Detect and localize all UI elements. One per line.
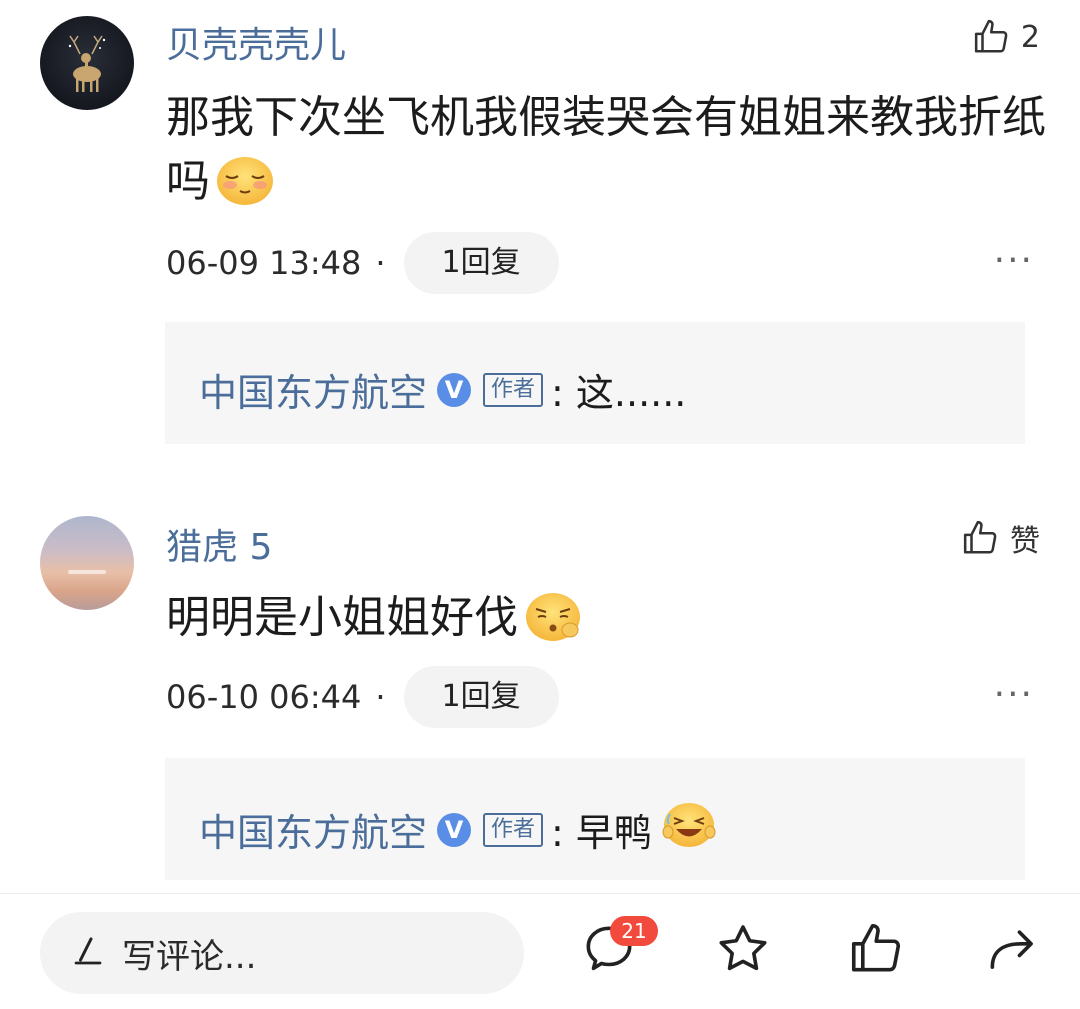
reply-line: 中国东方航空 V 作者 : 这...... xyxy=(199,362,686,417)
reply-text: : 早鸭 xyxy=(551,811,652,855)
timestamp: 06-10 06:44 xyxy=(166,678,362,716)
avatar[interactable] xyxy=(40,16,134,110)
comment-meta: 06-10 06:44 · 1回复 xyxy=(166,666,559,728)
whistle-face-emoji-icon xyxy=(524,592,582,660)
comment-input[interactable]: 写评论... xyxy=(40,912,524,994)
star-icon[interactable] xyxy=(712,918,774,984)
thumb-up-icon xyxy=(963,520,997,554)
comment-text-content: 那我下次坐飞机我假装哭会有姐姐来教我折纸吗 xyxy=(166,92,1046,207)
more-options-icon[interactable]: ··· xyxy=(994,240,1034,281)
like-button[interactable]: 赞 xyxy=(962,516,1040,560)
timestamp: 06-09 13:48 xyxy=(166,244,362,282)
like-button[interactable]: 2 xyxy=(973,18,1040,56)
reply-author[interactable]: 中国东方航空 xyxy=(199,362,427,417)
reply-line: 中国东方航空 V 作者 : 早鸭 xyxy=(199,802,716,857)
reply-author[interactable]: 中国东方航空 xyxy=(199,802,427,857)
laughing-face-emoji-icon xyxy=(662,802,716,857)
thumb-up-icon[interactable] xyxy=(846,918,908,984)
pen-icon xyxy=(70,933,106,973)
thumb-up-icon xyxy=(974,19,1008,53)
author-tag: 作者 xyxy=(483,812,544,847)
author-tag: 作者 xyxy=(483,372,544,407)
more-options-icon[interactable]: ··· xyxy=(994,674,1034,715)
avatar[interactable] xyxy=(40,516,134,610)
like-count: 2 xyxy=(1020,19,1040,55)
reply-text: : 这...... xyxy=(551,371,687,415)
comment-text: 明明是小姐姐好伐 xyxy=(166,586,1046,660)
comment-text-content: 明明是小姐姐好伐 xyxy=(166,592,518,643)
reply-preview[interactable]: 中国东方航空 V 作者 : 早鸭 xyxy=(165,758,1025,880)
like-label: 赞 xyxy=(1010,524,1040,559)
reply-count-button[interactable]: 1回复 xyxy=(403,232,559,294)
comment-count-badge: 21 xyxy=(610,916,658,946)
comment-text: 那我下次坐飞机我假装哭会有姐姐来教我折纸吗 xyxy=(166,86,1046,224)
bottom-action-bar: 写评论... 21 xyxy=(0,893,1080,1009)
share-arrow-icon[interactable] xyxy=(982,918,1044,984)
comment-input-placeholder: 写评论... xyxy=(122,936,257,977)
shy-face-emoji-icon xyxy=(216,156,274,224)
verified-icon: V xyxy=(437,812,472,847)
separator: · xyxy=(375,678,386,716)
verified-icon: V xyxy=(437,372,472,407)
separator: · xyxy=(375,244,386,282)
username[interactable]: 猎虎 5 xyxy=(166,518,272,570)
reply-count-button[interactable]: 1回复 xyxy=(403,666,559,728)
username[interactable]: 贝壳壳壳儿 xyxy=(166,16,346,68)
comment-meta: 06-09 13:48 · 1回复 xyxy=(166,232,559,294)
reply-preview[interactable]: 中国东方航空 V 作者 : 这...... xyxy=(165,322,1025,444)
